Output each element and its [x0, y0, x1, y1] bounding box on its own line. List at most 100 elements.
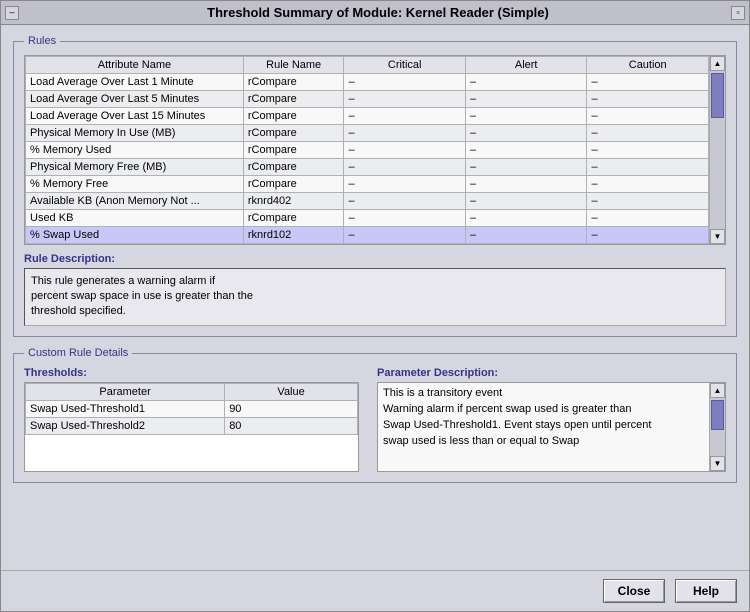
cell-critical: –	[344, 176, 466, 193]
cell-rule: rCompare	[243, 91, 344, 108]
cell-alert: –	[465, 176, 587, 193]
scroll-up-icon[interactable]: ▲	[710, 56, 725, 71]
rule-description-box: This rule generates a warning alarm if p…	[24, 268, 726, 326]
cell-rule: rCompare	[243, 210, 344, 227]
scroll-up-icon[interactable]: ▲	[710, 383, 725, 398]
cell-caution: –	[587, 142, 709, 159]
cell-critical: –	[344, 91, 466, 108]
param-description-line: Swap Used-Threshold1. Event stays open u…	[383, 418, 704, 434]
col-parameter[interactable]: Parameter	[26, 384, 225, 401]
cell-attribute: Load Average Over Last 1 Minute	[26, 74, 244, 91]
rule-description-label: Rule Description:	[24, 253, 726, 265]
cell-critical: –	[344, 108, 466, 125]
col-attribute[interactable]: Attribute Name	[26, 57, 244, 74]
parameter-description-box: This is a transitory event Warning alarm…	[377, 382, 726, 472]
table-row[interactable]: Physical Memory Free (MB)rCompare–––	[26, 159, 709, 176]
cell-rule: rCompare	[243, 142, 344, 159]
cell-attribute: Load Average Over Last 15 Minutes	[26, 108, 244, 125]
table-row[interactable]: Rule 405rknrd405–––	[26, 244, 709, 245]
scroll-down-icon[interactable]: ▼	[710, 456, 725, 471]
col-caution[interactable]: Caution	[587, 57, 709, 74]
cell-rule: rCompare	[243, 74, 344, 91]
table-row[interactable]: Used KBrCompare–––	[26, 210, 709, 227]
cell-caution: –	[587, 74, 709, 91]
cell-caution: –	[587, 210, 709, 227]
param-description-line: This is a transitory event	[383, 386, 704, 402]
cell-caution: –	[587, 159, 709, 176]
cell-attribute: Available KB (Anon Memory Not ...	[26, 193, 244, 210]
table-row[interactable]: Load Average Over Last 1 MinuterCompare–…	[26, 74, 709, 91]
window: – Threshold Summary of Module: Kernel Re…	[0, 0, 750, 612]
cell-rule: rknrd405	[243, 244, 344, 245]
scroll-down-icon[interactable]: ▼	[710, 229, 725, 244]
custom-rule-details-fieldset: Custom Rule Details Thresholds: Paramete…	[13, 347, 737, 483]
col-critical[interactable]: Critical	[344, 57, 466, 74]
cell-attribute: Physical Memory In Use (MB)	[26, 125, 244, 142]
rules-scrollbar[interactable]: ▲ ▼	[709, 56, 725, 244]
cell-attribute: Rule 405	[26, 244, 244, 245]
thresholds-label: Thresholds:	[24, 367, 359, 379]
cell-alert: –	[465, 125, 587, 142]
cell-caution: –	[587, 176, 709, 193]
table-row[interactable]: Available KB (Anon Memory Not ...rknrd40…	[26, 193, 709, 210]
rule-description-line: threshold specified.	[31, 304, 719, 319]
rules-table: Attribute Name Rule Name Critical Alert …	[24, 55, 726, 245]
scroll-track[interactable]	[710, 71, 725, 229]
cell-alert: –	[465, 159, 587, 176]
table-row[interactable]: % Memory UsedrCompare–––	[26, 142, 709, 159]
minimize-icon[interactable]: ▫	[731, 6, 745, 20]
help-button[interactable]: Help	[675, 579, 737, 603]
cell-attribute: Load Average Over Last 5 Minutes	[26, 91, 244, 108]
cell-attribute: Used KB	[26, 210, 244, 227]
cell-value: 80	[225, 418, 358, 435]
window-title: Threshold Summary of Module: Kernel Read…	[25, 5, 731, 20]
table-row[interactable]: % Swap Usedrknrd102–––	[26, 227, 709, 244]
thresholds-table: Parameter Value Swap Used-Threshold190Sw…	[24, 382, 359, 472]
col-alert[interactable]: Alert	[465, 57, 587, 74]
table-row[interactable]: Swap Used-Threshold280	[26, 418, 358, 435]
cell-caution: –	[587, 125, 709, 142]
table-row[interactable]: Load Average Over Last 15 MinutesrCompar…	[26, 108, 709, 125]
cell-critical: –	[344, 210, 466, 227]
param-desc-scrollbar[interactable]: ▲ ▼	[709, 383, 725, 471]
close-button[interactable]: Close	[603, 579, 665, 603]
cell-alert: –	[465, 227, 587, 244]
custom-rule-details-legend: Custom Rule Details	[24, 347, 132, 359]
scroll-thumb[interactable]	[711, 73, 724, 118]
cell-caution: –	[587, 108, 709, 125]
table-row[interactable]: % Memory FreerCompare–––	[26, 176, 709, 193]
table-row[interactable]: Swap Used-Threshold190	[26, 401, 358, 418]
footer: Close Help	[1, 570, 749, 611]
cell-rule: rCompare	[243, 125, 344, 142]
cell-alert: –	[465, 74, 587, 91]
content: Rules Attribute Name Rule Name Critical	[1, 25, 749, 570]
cell-attribute: % Swap Used	[26, 227, 244, 244]
scroll-track[interactable]	[710, 398, 725, 456]
window-menu-icon[interactable]: –	[5, 6, 19, 20]
cell-alert: –	[465, 91, 587, 108]
table-row[interactable]: Physical Memory In Use (MB)rCompare–––	[26, 125, 709, 142]
col-value[interactable]: Value	[225, 384, 358, 401]
cell-alert: –	[465, 210, 587, 227]
rules-legend: Rules	[24, 35, 60, 47]
rule-description-line: percent swap space in use is greater tha…	[31, 289, 719, 304]
cell-attribute: % Memory Used	[26, 142, 244, 159]
cell-caution: –	[587, 244, 709, 245]
cell-critical: –	[344, 125, 466, 142]
cell-critical: –	[344, 159, 466, 176]
cell-rule: rCompare	[243, 159, 344, 176]
cell-attribute: % Memory Free	[26, 176, 244, 193]
titlebar: – Threshold Summary of Module: Kernel Re…	[1, 1, 749, 25]
scroll-thumb[interactable]	[711, 400, 724, 430]
cell-attribute: Physical Memory Free (MB)	[26, 159, 244, 176]
rule-description-line: This rule generates a warning alarm if	[31, 274, 719, 289]
cell-rule: rCompare	[243, 176, 344, 193]
table-row[interactable]: Load Average Over Last 5 MinutesrCompare…	[26, 91, 709, 108]
cell-rule: rknrd102	[243, 227, 344, 244]
parameter-description-label: Parameter Description:	[377, 367, 726, 379]
cell-caution: –	[587, 193, 709, 210]
col-rule[interactable]: Rule Name	[243, 57, 344, 74]
cell-caution: –	[587, 227, 709, 244]
cell-value: 90	[225, 401, 358, 418]
cell-critical: –	[344, 74, 466, 91]
